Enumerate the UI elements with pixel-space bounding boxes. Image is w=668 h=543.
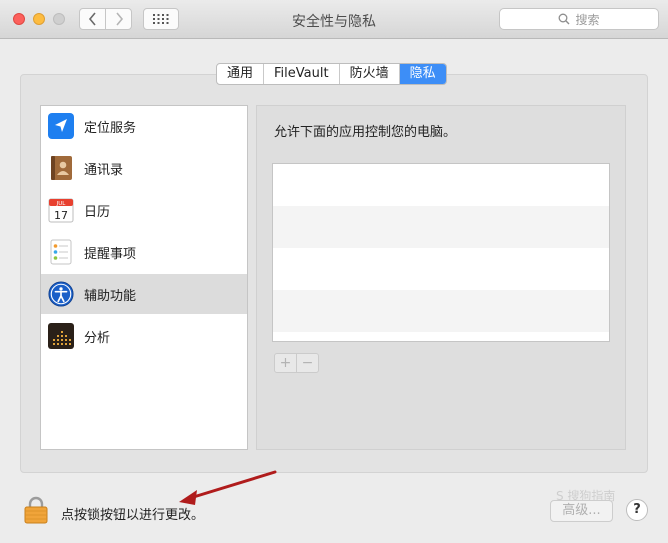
contacts-book-icon <box>48 155 74 181</box>
sidebar-item-location-services[interactable]: 定位服务 <box>41 106 247 146</box>
detail-description: 允许下面的应用控制您的电脑。 <box>274 125 457 140</box>
list-item <box>273 164 609 206</box>
sidebar-item-label: 定位服务 <box>84 120 137 136</box>
padlock-icon <box>24 496 48 524</box>
calendar-day-text: 17 <box>54 209 68 222</box>
calendar-icon: JUL 17 <box>48 197 74 223</box>
sidebar-item-calendar[interactable]: JUL 17 日历 <box>41 190 247 230</box>
calendar-month-text: JUL <box>56 201 67 207</box>
tab-firewall[interactable]: 防火墙 <box>340 64 400 84</box>
search-field[interactable]: 搜索 <box>499 8 659 30</box>
accessibility-icon <box>48 281 74 307</box>
reminders-list-icon <box>48 239 74 265</box>
list-item <box>273 248 609 290</box>
app-list[interactable] <box>272 163 610 342</box>
list-item <box>273 290 609 332</box>
add-app-button[interactable]: + <box>274 353 297 373</box>
sidebar-item-label: 分析 <box>84 330 111 346</box>
location-arrow-icon <box>48 113 74 139</box>
help-button[interactable]: ? <box>626 499 648 521</box>
title-bar: 安全性与隐私 搜索 <box>0 0 668 39</box>
tab-bar: 通用 FileVault 防火墙 隐私 <box>216 63 447 85</box>
advanced-button[interactable]: 高级... <box>550 500 613 522</box>
list-item <box>273 206 609 248</box>
sidebar-item-label: 提醒事项 <box>84 246 137 262</box>
remove-app-button[interactable]: − <box>296 353 319 373</box>
lock-button[interactable] <box>24 496 48 528</box>
search-placeholder: 搜索 <box>575 12 600 27</box>
sidebar-item-accessibility[interactable]: 辅助功能 <box>41 274 247 314</box>
analytics-icon <box>48 323 74 349</box>
search-icon <box>559 13 570 25</box>
privacy-category-list: 定位服务 通讯录 JUL 17 日历 提醒事项 辅助功能 分析 <box>40 105 248 450</box>
tab-general[interactable]: 通用 <box>217 64 265 84</box>
sidebar-item-label: 通讯录 <box>84 162 124 178</box>
sidebar-item-analytics[interactable]: 分析 <box>41 316 247 356</box>
sidebar-item-contacts[interactable]: 通讯录 <box>41 148 247 188</box>
annotation-arrow-icon <box>179 470 277 505</box>
sidebar-item-label: 辅助功能 <box>84 288 137 304</box>
sidebar-item-label: 日历 <box>84 204 111 220</box>
sidebar-item-reminders[interactable]: 提醒事项 <box>41 232 247 272</box>
tab-privacy[interactable]: 隐私 <box>399 64 446 84</box>
tab-filevault[interactable]: FileVault <box>264 64 340 84</box>
